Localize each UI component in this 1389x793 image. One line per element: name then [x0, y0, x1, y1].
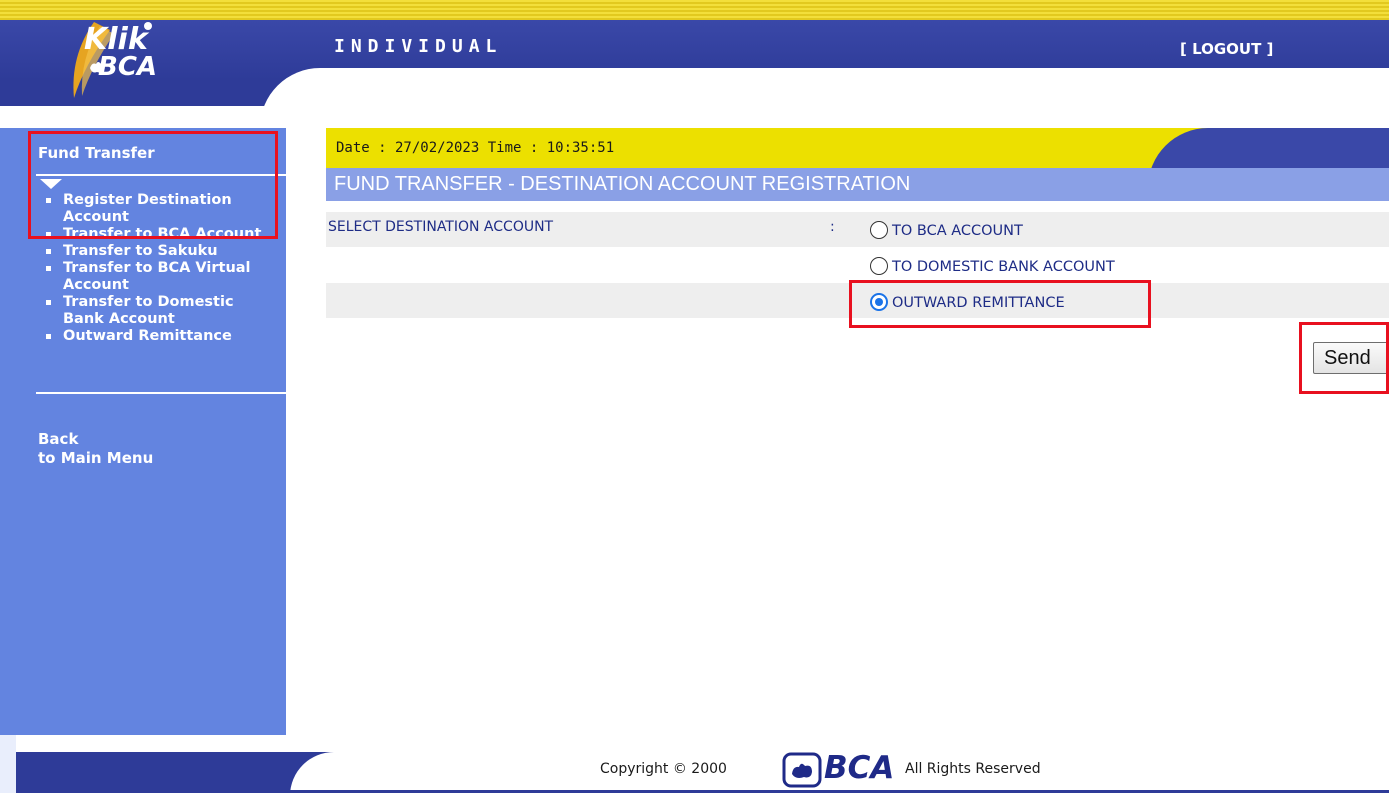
square-bullet-icon: [46, 334, 51, 339]
date-bar-accent: [1148, 128, 1389, 168]
rights-text: All Rights Reserved: [905, 761, 1041, 777]
square-bullet-icon: [46, 232, 51, 237]
bca-logo-icon: [782, 752, 822, 788]
datetime-text: Date : 27/02/2023 Time : 10:35:51: [336, 140, 615, 156]
page-title: FUND TRANSFER - DESTINATION ACCOUNT REGI…: [334, 173, 911, 195]
sidebar-item-label: Transfer to BCA Virtual: [63, 260, 251, 276]
sidebar-item-transfer-sakuku[interactable]: Transfer to Sakuku: [44, 243, 290, 260]
klikbca-logo: Klik BCA: [64, 16, 184, 102]
send-button[interactable]: Send: [1313, 342, 1389, 374]
sidebar-divider-top: [36, 174, 286, 176]
sidebar-item-transfer-domestic[interactable]: Transfer to Domestic Bank Account: [44, 294, 290, 328]
radio-button-selected[interactable]: [870, 293, 888, 311]
header-divider: [0, 106, 290, 128]
sidebar-item-transfer-virtual[interactable]: Transfer to BCA Virtual Account: [44, 260, 290, 294]
sidebar-item-outward-remittance[interactable]: Outward Remittance: [44, 328, 290, 345]
back-label: Back: [38, 430, 79, 448]
sidebar-divider-bottom: [36, 392, 286, 394]
sidebar-item-label-cont: Account: [63, 209, 129, 225]
square-bullet-icon: [46, 266, 51, 271]
sidebar-title: Fund Transfer: [38, 144, 155, 162]
sidebar: Fund Transfer Register Destination Accou…: [0, 128, 286, 735]
sidebar-item-transfer-bca[interactable]: Transfer to BCA Account: [44, 226, 290, 243]
klikbca-page: Klik BCA INDIVIDUAL [ LOGOUT ] Fund Tran…: [0, 0, 1389, 793]
section-title: INDIVIDUAL: [334, 36, 503, 57]
square-bullet-icon: [46, 198, 51, 203]
label-colon: :: [830, 219, 835, 235]
sidebar-item-label-cont: Bank Account: [63, 311, 175, 327]
radio-label: TO BCA ACCOUNT: [892, 223, 1023, 239]
sidebar-menu: Register Destination Account Transfer to…: [44, 192, 290, 345]
square-bullet-icon: [46, 300, 51, 305]
logo-text-bca: BCA: [98, 52, 158, 82]
destination-account-label: SELECT DESTINATION ACCOUNT: [328, 219, 554, 235]
header-top-stripes: [0, 0, 1389, 20]
logout-link[interactable]: [ LOGOUT ]: [1180, 40, 1273, 58]
radio-button[interactable]: [870, 221, 888, 239]
page-title-bar: FUND TRANSFER - DESTINATION ACCOUNT REGI…: [326, 168, 1389, 201]
sidebar-item-label: Transfer to BCA Account: [63, 226, 262, 242]
radio-button[interactable]: [870, 257, 888, 275]
sidebar-item-label: Transfer to Sakuku: [63, 243, 218, 259]
sidebar-item-label: Register Destination: [63, 192, 232, 208]
copyright-text: Copyright © 2000: [600, 761, 727, 777]
footer-left-edge: [0, 735, 16, 793]
radio-label: TO DOMESTIC BANK ACCOUNT: [892, 259, 1115, 275]
square-bullet-icon: [46, 249, 51, 254]
date-bar: Date : 27/02/2023 Time : 10:35:51: [326, 128, 1389, 168]
sidebar-item-label-cont: Account: [63, 277, 129, 293]
back-to-main-menu-link[interactable]: Back to Main Menu: [38, 430, 153, 468]
form-row-shade: [326, 283, 1389, 318]
sidebar-item-label: Transfer to Domestic: [63, 294, 234, 310]
footer-brand: BCA: [824, 750, 895, 786]
triangle-down-icon: [40, 179, 62, 189]
back-label-cont: to Main Menu: [38, 449, 154, 467]
sidebar-item-register-destination[interactable]: Register Destination Account: [44, 192, 290, 226]
radio-label: OUTWARD REMITTANCE: [892, 295, 1065, 311]
sidebar-item-label: Outward Remittance: [63, 328, 232, 344]
